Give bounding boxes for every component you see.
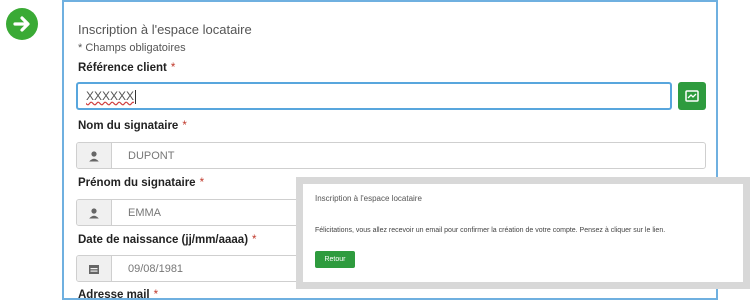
nom-label: Nom du signataire * bbox=[78, 120, 187, 132]
arrow-right-icon bbox=[6, 8, 38, 40]
reference-input-value: XXXXXX bbox=[86, 89, 135, 103]
user-icon bbox=[77, 200, 112, 225]
prenom-field[interactable]: EMMA bbox=[76, 199, 306, 226]
naissance-label-text: Date de naissance (jj/mm/aaaa) bbox=[78, 234, 249, 246]
required-mark: * bbox=[199, 177, 205, 189]
email-label-text: Adresse mail bbox=[78, 289, 150, 300]
prenom-value: EMMA bbox=[128, 206, 161, 219]
modal-message: Félicitations, vous allez recevoir un em… bbox=[315, 227, 666, 234]
confirmation-modal: Inscription à l'espace locataire Félicit… bbox=[296, 177, 750, 289]
reference-label: Référence client * bbox=[78, 62, 175, 74]
required-mark: * bbox=[252, 234, 257, 246]
email-label: Adresse mail * bbox=[78, 289, 159, 300]
naissance-field[interactable]: 09/08/1981 bbox=[76, 255, 306, 282]
card-icon bbox=[685, 90, 699, 102]
required-mark: * bbox=[182, 120, 187, 132]
back-button[interactable]: Retour bbox=[315, 251, 355, 268]
text-caret bbox=[135, 89, 137, 104]
naissance-value: 09/08/1981 bbox=[128, 262, 184, 275]
modal-title: Inscription à l'espace locataire bbox=[315, 194, 422, 203]
required-mark: * bbox=[170, 62, 176, 74]
nom-field[interactable]: DUPONT bbox=[76, 142, 706, 169]
form-title: Inscription à l'espace locataire bbox=[78, 22, 252, 37]
prenom-label-text: Prénom du signataire bbox=[78, 177, 196, 189]
user-icon bbox=[77, 143, 112, 168]
prenom-label: Prénom du signataire * bbox=[78, 177, 204, 189]
calendar-icon bbox=[77, 256, 112, 281]
reference-label-text: Référence client bbox=[78, 62, 167, 74]
required-mark: * bbox=[153, 289, 159, 300]
naissance-label: Date de naissance (jj/mm/aaaa) * bbox=[78, 234, 257, 246]
reference-input[interactable]: XXXXXX bbox=[76, 82, 672, 110]
reference-help-button[interactable] bbox=[678, 82, 706, 110]
nom-value: DUPONT bbox=[128, 149, 175, 162]
required-fields-note: * Champs obligatoires bbox=[78, 42, 186, 54]
nom-label-text: Nom du signataire bbox=[78, 120, 179, 132]
